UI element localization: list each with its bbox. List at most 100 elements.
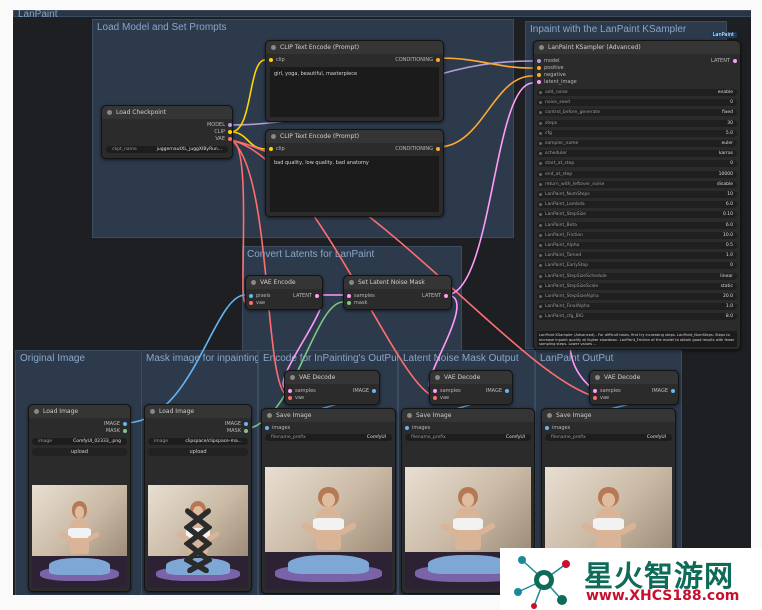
ksampler-param-row[interactable]: start_at_step 0 xyxy=(537,159,737,168)
node-collapse-icon[interactable] xyxy=(34,409,39,414)
port-mask[interactable]: mask xyxy=(347,300,367,307)
set-latent-noise-mask-node[interactable]: Set Latent Noise Mask samples mask LATEN… xyxy=(343,275,452,310)
port-images[interactable]: images xyxy=(545,425,570,432)
ksampler-param-row[interactable]: steps 30 xyxy=(537,119,737,128)
ksampler-param-row[interactable]: scheduler karras xyxy=(537,149,737,158)
vae-encode-title: VAE Encode xyxy=(246,276,322,289)
ksampler-param-row[interactable]: LanPaint_StepSize 0.10 xyxy=(537,210,737,219)
wire-latent-ks xyxy=(445,82,534,296)
ksampler-param-row[interactable]: LanPaint_StepSizeAlpha 20.0 xyxy=(537,292,737,301)
image-file-combo[interactable]: image ComfyUI_02333_.png xyxy=(32,438,127,445)
node-collapse-icon[interactable] xyxy=(595,375,600,380)
ksampler-param-row[interactable]: LanPaint_StepSizeSchedule linear xyxy=(537,272,737,281)
port-images[interactable]: images xyxy=(405,425,430,432)
node-collapse-icon[interactable] xyxy=(150,409,155,414)
vae-encode-node[interactable]: VAE Encode pixels vae LATENT xyxy=(245,275,323,310)
vae-decode-encode-output-node[interactable]: VAE Decode samples vae IMAGE xyxy=(284,370,380,405)
param-value: 0 xyxy=(730,100,733,106)
port-samples[interactable]: samples xyxy=(593,388,621,395)
port-vae[interactable]: vae xyxy=(249,300,265,307)
node-collapse-icon[interactable] xyxy=(547,413,552,418)
node-collapse-icon[interactable] xyxy=(407,413,412,418)
ksampler-param-row[interactable]: end_at_step 10000 xyxy=(537,170,737,179)
load-image-mask-node[interactable]: Load Image IMAGE MASK image clipspace/cl… xyxy=(144,404,252,592)
port-model[interactable]: MODEL xyxy=(207,122,232,129)
ksampler-param-row[interactable]: return_with_leftover_noise disable xyxy=(537,180,737,189)
port-image[interactable]: IMAGE xyxy=(225,421,248,428)
ksampler-param-row[interactable]: LanPaint_EarlyStop 0 xyxy=(537,261,737,270)
port-image[interactable]: IMAGE xyxy=(104,421,127,428)
port-samples[interactable]: samples xyxy=(433,388,461,395)
node-collapse-icon[interactable] xyxy=(251,280,256,285)
positive-prompt-textarea[interactable]: girl, yoga, beautiful, masterpiece xyxy=(270,67,439,117)
ksampler-param-row[interactable]: LanPaint_cfg_BIG 8.0 xyxy=(537,312,737,321)
port-samples[interactable]: samples xyxy=(288,388,316,395)
node-collapse-icon[interactable] xyxy=(267,413,272,418)
param-value: 30 xyxy=(727,120,733,126)
ksampler-param-row[interactable]: LanPaint_Friction 10.0 xyxy=(537,231,737,240)
upload-button[interactable]: upload xyxy=(148,448,248,456)
ksampler-param-row[interactable]: add_noise enable xyxy=(537,88,737,97)
ksampler-param-row[interactable]: control_before_generate fixed xyxy=(537,108,737,117)
port-conditioning[interactable]: CONDITIONING xyxy=(395,57,440,64)
ksampler-param-row[interactable]: cfg 5.0 xyxy=(537,129,737,138)
ckpt-name-combo[interactable]: ckpt_name juggernautXL_juggXIByRun... xyxy=(106,146,228,153)
port-clip-input[interactable]: clip xyxy=(269,57,285,64)
clip-text-encode-negative-node[interactable]: CLIP Text Encode (Prompt) clip CONDITION… xyxy=(265,129,444,217)
port-image[interactable]: IMAGE xyxy=(652,388,675,395)
node-collapse-icon[interactable] xyxy=(271,45,276,50)
ksampler-badge: LanPaint xyxy=(709,32,737,38)
vae-decode-lanpaint-node[interactable]: VAE Decode samples vae IMAGE xyxy=(589,370,679,405)
node-collapse-icon[interactable] xyxy=(349,280,354,285)
ksampler-param-row[interactable]: LanPaint_Beta 6.0 xyxy=(537,221,737,230)
port-positive[interactable]: positive xyxy=(537,65,564,72)
ksampler-param-row[interactable]: LanPaint_Tamed 1.0 xyxy=(537,251,737,260)
port-latent[interactable]: LATENT xyxy=(422,293,448,300)
ksampler-param-row[interactable]: LanPaint_FinalAlpha 1.0 xyxy=(537,302,737,311)
ksampler-param-row[interactable]: LanPaint_Alpha 0.5 xyxy=(537,241,737,250)
upload-button[interactable]: upload xyxy=(32,448,127,456)
port-image[interactable]: IMAGE xyxy=(353,388,376,395)
port-vae[interactable]: vae xyxy=(433,395,449,402)
clip-text-encode-positive-node[interactable]: CLIP Text Encode (Prompt) clip CONDITION… xyxy=(265,40,444,122)
load-image-original-node[interactable]: Load Image IMAGE MASK image ComfyUI_0233… xyxy=(28,404,131,592)
filename-prefix-field[interactable]: filename_prefix ComfyUI xyxy=(405,434,531,441)
port-negative[interactable]: negative xyxy=(537,72,566,79)
negative-prompt-textarea[interactable]: bad quality, low quality, bad anatomy xyxy=(270,156,439,212)
load-checkpoint-node[interactable]: Load Checkpoint MODEL CLIP VAE ckpt_name… xyxy=(101,105,233,159)
port-samples[interactable]: samples xyxy=(347,293,375,300)
port-mask[interactable]: MASK xyxy=(106,428,127,435)
port-latent[interactable]: LATENT xyxy=(293,293,319,300)
node-collapse-icon[interactable] xyxy=(290,375,295,380)
filename-prefix-field[interactable]: filename_prefix ComfyUI xyxy=(545,434,672,441)
vae-decode-latent-noise-node[interactable]: VAE Decode samples vae IMAGE xyxy=(429,370,513,405)
port-clip[interactable]: CLIP xyxy=(214,129,232,136)
ksampler-param-row[interactable]: LanPaint_Lambda 6.0 xyxy=(537,200,737,209)
image-file-combo[interactable]: image clipspace/clipspace-ma... xyxy=(148,438,248,445)
port-mask[interactable]: MASK xyxy=(227,428,248,435)
node-collapse-icon[interactable] xyxy=(539,45,544,50)
node-graph-canvas[interactable]: LanPaint Load Model and Set Prompts Inpa… xyxy=(13,10,751,595)
port-image[interactable]: IMAGE xyxy=(486,388,509,395)
port-model[interactable]: model xyxy=(537,58,560,65)
port-vae[interactable]: vae xyxy=(593,395,609,402)
port-latent-image[interactable]: latent_image xyxy=(537,79,577,86)
ksampler-param-row[interactable]: noise_seed 0 xyxy=(537,98,737,107)
port-vae[interactable]: vae xyxy=(288,395,304,402)
node-collapse-icon[interactable] xyxy=(435,375,440,380)
port-pixels[interactable]: pixels xyxy=(249,293,270,300)
ksampler-param-row[interactable]: LanPaint_NumSteps 10 xyxy=(537,190,737,199)
ksampler-param-row[interactable]: sampler_name euler xyxy=(537,139,737,148)
port-latent-out[interactable]: LATENT xyxy=(711,58,737,65)
port-vae[interactable]: VAE xyxy=(215,136,232,143)
param-dot-icon xyxy=(539,284,542,288)
port-images[interactable]: images xyxy=(265,425,290,432)
node-collapse-icon[interactable] xyxy=(107,110,112,115)
ksampler-param-row[interactable]: LanPaint_StepSizeScale static xyxy=(537,282,737,291)
filename-prefix-field[interactable]: filename_prefix ComfyUI xyxy=(265,434,392,441)
port-clip-input[interactable]: clip xyxy=(269,146,285,153)
save-image-encode-node[interactable]: Save Image images filename_prefix ComfyU… xyxy=(261,408,396,594)
port-conditioning[interactable]: CONDITIONING xyxy=(395,146,440,153)
node-collapse-icon[interactable] xyxy=(271,134,276,139)
lanpaint-ksampler-node[interactable]: LanPaint KSampler (Advanced) LanPaint mo… xyxy=(533,32,741,350)
